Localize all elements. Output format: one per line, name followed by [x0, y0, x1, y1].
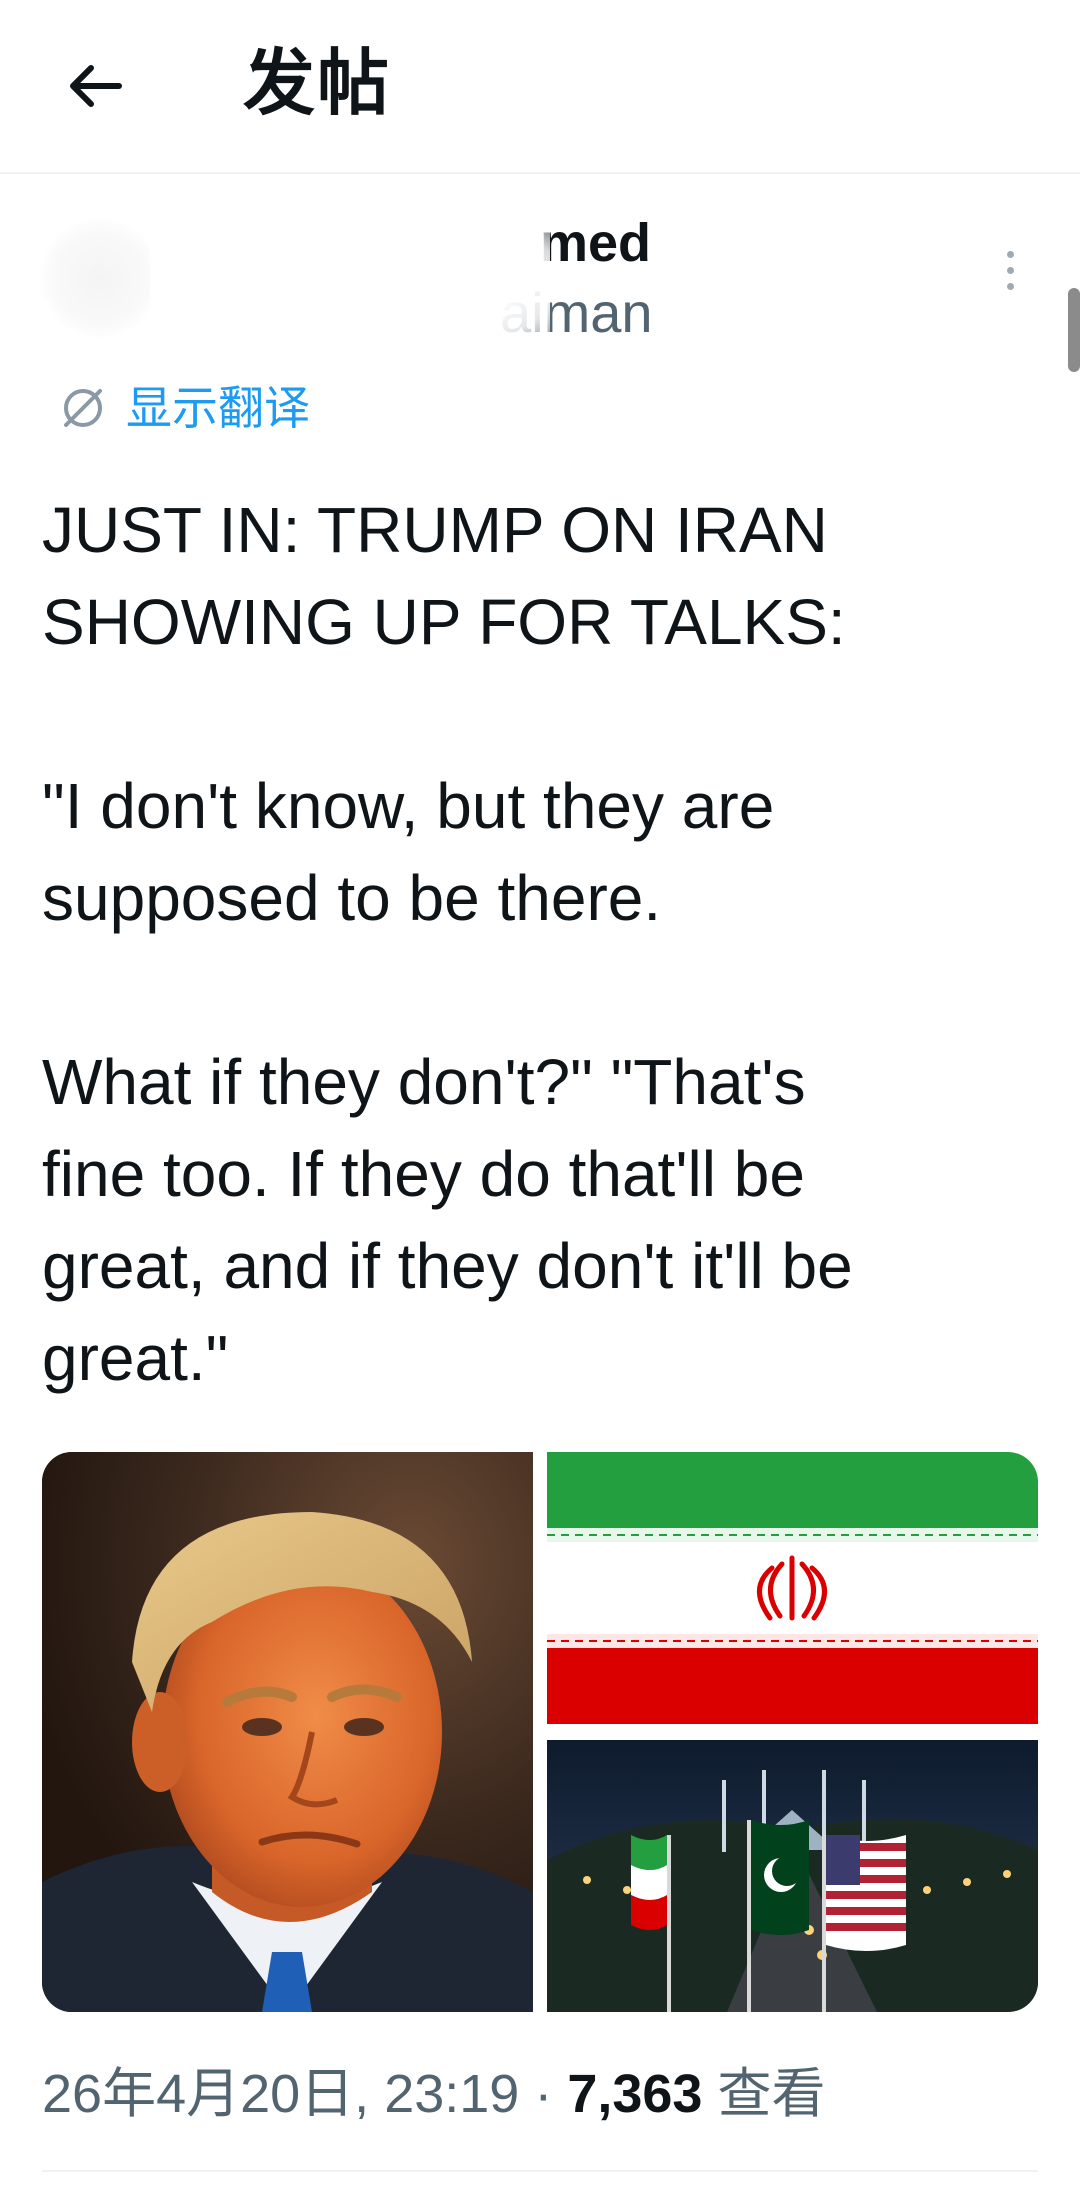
views-count[interactable]: 7,363 — [567, 2064, 702, 2124]
flags-avenue-illustration — [547, 1740, 1038, 2012]
portrait-photo[interactable] — [42, 1452, 533, 2012]
meta-comma: , — [354, 2064, 385, 2124]
avatar[interactable] — [42, 220, 158, 336]
author-name[interactable]: med — [540, 212, 651, 274]
divider — [42, 2170, 1038, 2172]
tweet-paragraph: JUST IN: TRUMP ON IRAN SHOWING UP FOR TA… — [42, 494, 846, 658]
media-grid — [42, 1452, 1038, 2012]
portrait-illustration — [42, 1452, 533, 2012]
more-dot-icon — [1006, 282, 1014, 290]
redacted-blur — [150, 206, 550, 356]
more-options-button[interactable] — [990, 240, 1030, 300]
post-meta: 26年4月20日, 23:19 · 7,363 查看 — [42, 2058, 825, 2130]
translate-label: 显示翻译 — [126, 381, 310, 435]
views-label: 查看 — [717, 2064, 826, 2124]
back-button[interactable] — [54, 44, 138, 128]
post-date: 26年4月20日 — [42, 2064, 355, 2124]
more-dot-icon — [1006, 250, 1014, 258]
tweet-text: JUST IN: TRUMP ON IRAN SHOWING UP FOR TA… — [42, 484, 1042, 1496]
scrollbar-thumb[interactable] — [1068, 288, 1080, 372]
post-time: 23:19 — [384, 2064, 520, 2124]
iran-flag-illustration — [547, 1452, 1038, 1724]
flags-avenue-photo[interactable] — [547, 1740, 1038, 2012]
top-bar: 发帖 — [0, 0, 1080, 174]
tweet-paragraph: What if they don't?" "That's fine too. I… — [42, 1046, 853, 1394]
translate-globe-icon — [64, 389, 102, 427]
more-dot-icon — [1006, 266, 1014, 274]
show-translation-button[interactable]: 显示翻译 — [58, 380, 310, 436]
tweet-paragraph: "I don't know, but they are supposed to … — [42, 770, 775, 934]
arrow-left-icon — [70, 65, 122, 107]
meta-separator: · — [519, 2064, 568, 2124]
iran-flag-photo[interactable] — [547, 1452, 1038, 1724]
page-title: 发帖 — [243, 41, 392, 125]
